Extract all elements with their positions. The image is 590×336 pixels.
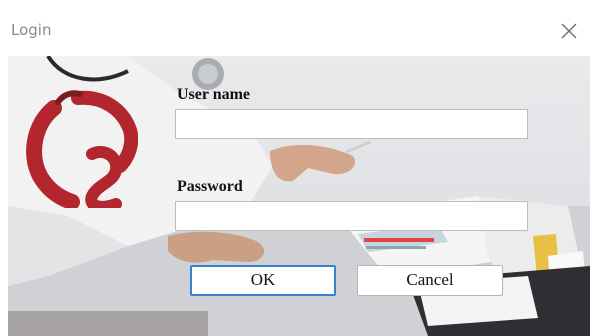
- username-label: User name: [177, 86, 251, 103]
- password-label: Password: [177, 178, 243, 195]
- close-icon: [561, 23, 577, 39]
- title-bar: Login: [0, 0, 590, 56]
- password-input[interactable]: [175, 201, 528, 231]
- close-button[interactable]: [550, 14, 590, 48]
- brand-logo: [26, 90, 138, 208]
- username-input[interactable]: [175, 109, 528, 139]
- login-dialog: Login User name Password OK Cancel: [0, 0, 590, 336]
- ok-button[interactable]: OK: [190, 265, 336, 296]
- cancel-button[interactable]: Cancel: [357, 265, 503, 296]
- window-title: Login: [11, 21, 52, 39]
